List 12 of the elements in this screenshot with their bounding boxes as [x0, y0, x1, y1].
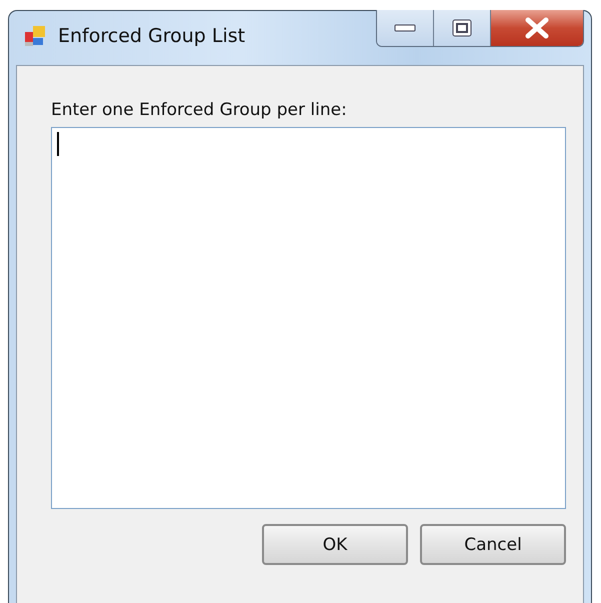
app-icon: [24, 25, 46, 47]
cancel-button[interactable]: Cancel: [420, 524, 566, 565]
minimize-icon: [394, 24, 416, 32]
close-button[interactable]: [491, 10, 583, 46]
maximize-button[interactable]: [434, 10, 491, 46]
ok-button[interactable]: OK: [262, 524, 408, 565]
text-cursor: [57, 132, 59, 156]
close-icon: [524, 17, 550, 39]
minimize-button[interactable]: [377, 10, 434, 46]
window-title: Enforced Group List: [58, 25, 246, 47]
prompt-label: Enter one Enforced Group per line:: [51, 100, 348, 120]
maximize-icon: [452, 19, 472, 37]
